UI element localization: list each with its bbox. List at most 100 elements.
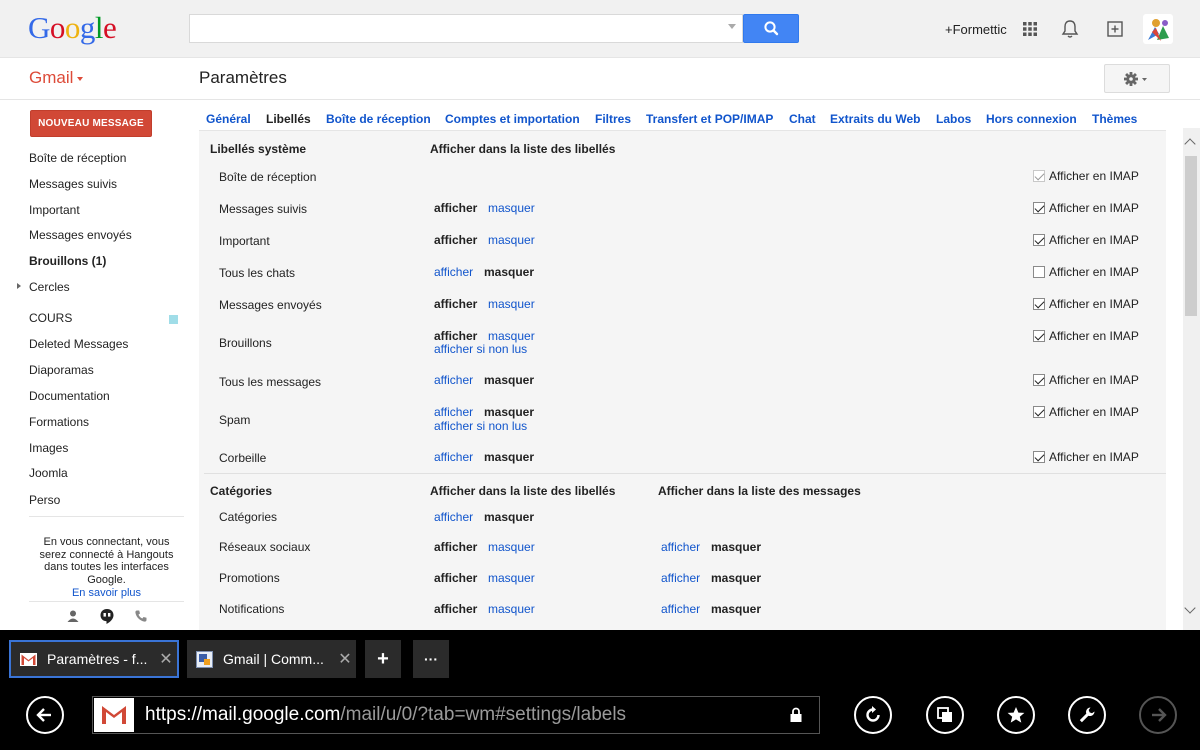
favorites-button[interactable] xyxy=(997,696,1035,734)
show-link[interactable]: afficher xyxy=(434,373,473,387)
expand-triangle-icon[interactable] xyxy=(17,283,21,289)
imap-checkbox[interactable]: Afficher en IMAP xyxy=(1033,297,1139,311)
show-option[interactable]: afficher xyxy=(434,201,477,215)
tab-chat[interactable]: Chat xyxy=(789,112,816,126)
scroll-up-icon[interactable] xyxy=(1184,138,1196,150)
sidebar-item-images[interactable]: Images xyxy=(29,441,68,455)
sidebar-item-deleted-messages[interactable]: Deleted Messages xyxy=(29,337,128,351)
show-link[interactable]: afficher xyxy=(434,265,473,279)
sidebar-item-inbox[interactable]: Boîte de réception xyxy=(29,151,126,165)
browser-tab-settings[interactable]: Paramètres - f... ✕ xyxy=(9,640,179,678)
message-list-hide-option[interactable]: masquer xyxy=(711,602,761,616)
show-option[interactable]: afficher xyxy=(434,233,477,247)
hide-link[interactable]: masquer xyxy=(488,233,535,247)
tab-themes[interactable]: Thèmes xyxy=(1092,112,1137,126)
imap-checkbox[interactable]: Afficher en IMAP xyxy=(1033,405,1139,419)
show-option[interactable]: afficher xyxy=(434,602,477,616)
imap-checkbox[interactable]: Afficher en IMAP xyxy=(1033,265,1139,279)
search-button[interactable] xyxy=(743,14,799,43)
contacts-person-icon[interactable] xyxy=(66,609,80,623)
hide-link[interactable]: masquer xyxy=(488,602,535,616)
tab-accounts-import[interactable]: Comptes et importation xyxy=(445,112,580,126)
tab-inbox[interactable]: Boîte de réception xyxy=(326,112,431,126)
refresh-button[interactable] xyxy=(854,696,892,734)
hide-link[interactable]: masquer xyxy=(488,540,535,554)
tab-options-button[interactable]: ··· xyxy=(413,640,449,678)
hangouts-icon[interactable] xyxy=(99,608,115,625)
sidebar-item-documentation[interactable]: Documentation xyxy=(29,389,110,403)
message-list-hide-option[interactable]: masquer xyxy=(711,571,761,585)
sidebar-item-starred[interactable]: Messages suivis xyxy=(29,177,117,191)
search-options-dropdown-icon[interactable] xyxy=(728,24,736,29)
browser-tab-gmail-community[interactable]: Gmail | Comm... ✕ xyxy=(187,640,356,678)
scroll-thumb[interactable] xyxy=(1185,156,1197,316)
sidebar-item-circles[interactable]: Cercles xyxy=(29,280,70,294)
show-link[interactable]: afficher xyxy=(434,510,473,524)
show-if-unread-link[interactable]: afficher si non lus xyxy=(434,342,527,356)
back-button[interactable] xyxy=(26,696,64,734)
hide-option[interactable]: masquer xyxy=(484,265,534,279)
url-field[interactable]: https://mail.google.com/mail/u/0/?tab=wm… xyxy=(92,696,820,734)
hide-link[interactable]: masquer xyxy=(488,329,535,343)
forward-button[interactable] xyxy=(1139,696,1177,734)
share-plus-icon[interactable] xyxy=(1103,17,1127,41)
imap-checkbox[interactable]: Afficher en IMAP xyxy=(1033,169,1139,183)
hide-option[interactable]: masquer xyxy=(484,405,534,419)
page-tools-button[interactable] xyxy=(1068,696,1106,734)
sidebar-item-cours[interactable]: COURS xyxy=(29,311,72,325)
hide-link[interactable]: masquer xyxy=(488,201,535,215)
hide-option[interactable]: masquer xyxy=(484,510,534,524)
settings-button[interactable] xyxy=(1104,64,1170,93)
new-tab-button[interactable]: + xyxy=(365,640,401,678)
hide-link[interactable]: masquer xyxy=(488,571,535,585)
lock-icon[interactable] xyxy=(789,707,803,723)
imap-checkbox[interactable]: Afficher en IMAP xyxy=(1033,373,1139,387)
close-tab-icon[interactable]: ✕ xyxy=(334,649,356,669)
apps-grid-icon[interactable] xyxy=(1018,17,1042,41)
google-logo[interactable]: Google xyxy=(28,10,117,46)
message-list-show-link[interactable]: afficher xyxy=(661,571,700,585)
sidebar-item-drafts[interactable]: Brouillons (1) xyxy=(29,254,106,268)
imap-checkbox[interactable]: Afficher en IMAP xyxy=(1033,329,1139,343)
page-scrollbar[interactable] xyxy=(1183,128,1200,630)
imap-checkbox[interactable]: Afficher en IMAP xyxy=(1033,201,1139,215)
sidebar-item-sent[interactable]: Messages envoyés xyxy=(29,228,132,242)
scroll-down-icon[interactable] xyxy=(1184,602,1196,614)
avatar[interactable] xyxy=(1143,14,1173,44)
tab-labs[interactable]: Labos xyxy=(936,112,971,126)
sidebar-item-perso[interactable]: Perso xyxy=(29,493,60,507)
bell-icon[interactable] xyxy=(1058,17,1082,41)
show-option[interactable]: afficher xyxy=(434,571,477,585)
message-list-show-link[interactable]: afficher xyxy=(661,602,700,616)
tab-forwarding-pop-imap[interactable]: Transfert et POP/IMAP xyxy=(646,112,773,126)
show-option[interactable]: afficher xyxy=(434,540,477,554)
tab-offline[interactable]: Hors connexion xyxy=(986,112,1077,126)
show-link[interactable]: afficher xyxy=(434,405,473,419)
search-input[interactable] xyxy=(190,15,710,42)
close-tab-icon[interactable]: ✕ xyxy=(155,649,177,669)
tab-labels[interactable]: Libellés xyxy=(266,112,311,126)
hangouts-learn-more-link[interactable]: En savoir plus xyxy=(29,587,184,599)
google-plus-profile-link[interactable]: +Formettic xyxy=(945,0,1007,58)
show-if-unread-link[interactable]: afficher si non lus xyxy=(434,419,527,433)
hide-option[interactable]: masquer xyxy=(484,450,534,464)
sidebar-item-diaporamas[interactable]: Diaporamas xyxy=(29,363,94,377)
tabs-view-button[interactable] xyxy=(926,696,964,734)
show-option[interactable]: afficher xyxy=(434,297,477,311)
imap-checkbox[interactable]: Afficher en IMAP xyxy=(1033,450,1139,464)
sidebar-item-joomla[interactable]: Joomla xyxy=(29,466,68,480)
sidebar-item-formations[interactable]: Formations xyxy=(29,415,89,429)
show-option[interactable]: afficher xyxy=(434,329,477,343)
message-list-hide-option[interactable]: masquer xyxy=(711,540,761,554)
tab-filters[interactable]: Filtres xyxy=(595,112,631,126)
tab-web-clips[interactable]: Extraits du Web xyxy=(830,112,920,126)
compose-button[interactable]: NOUVEAU MESSAGE xyxy=(30,110,152,137)
imap-checkbox[interactable]: Afficher en IMAP xyxy=(1033,233,1139,247)
message-list-show-link[interactable]: afficher xyxy=(661,540,700,554)
gmail-app-switcher[interactable]: Gmail xyxy=(29,68,84,88)
hide-option[interactable]: masquer xyxy=(484,373,534,387)
hide-link[interactable]: masquer xyxy=(488,297,535,311)
tab-general[interactable]: Général xyxy=(206,112,251,126)
show-link[interactable]: afficher xyxy=(434,450,473,464)
phone-icon[interactable] xyxy=(134,609,148,623)
